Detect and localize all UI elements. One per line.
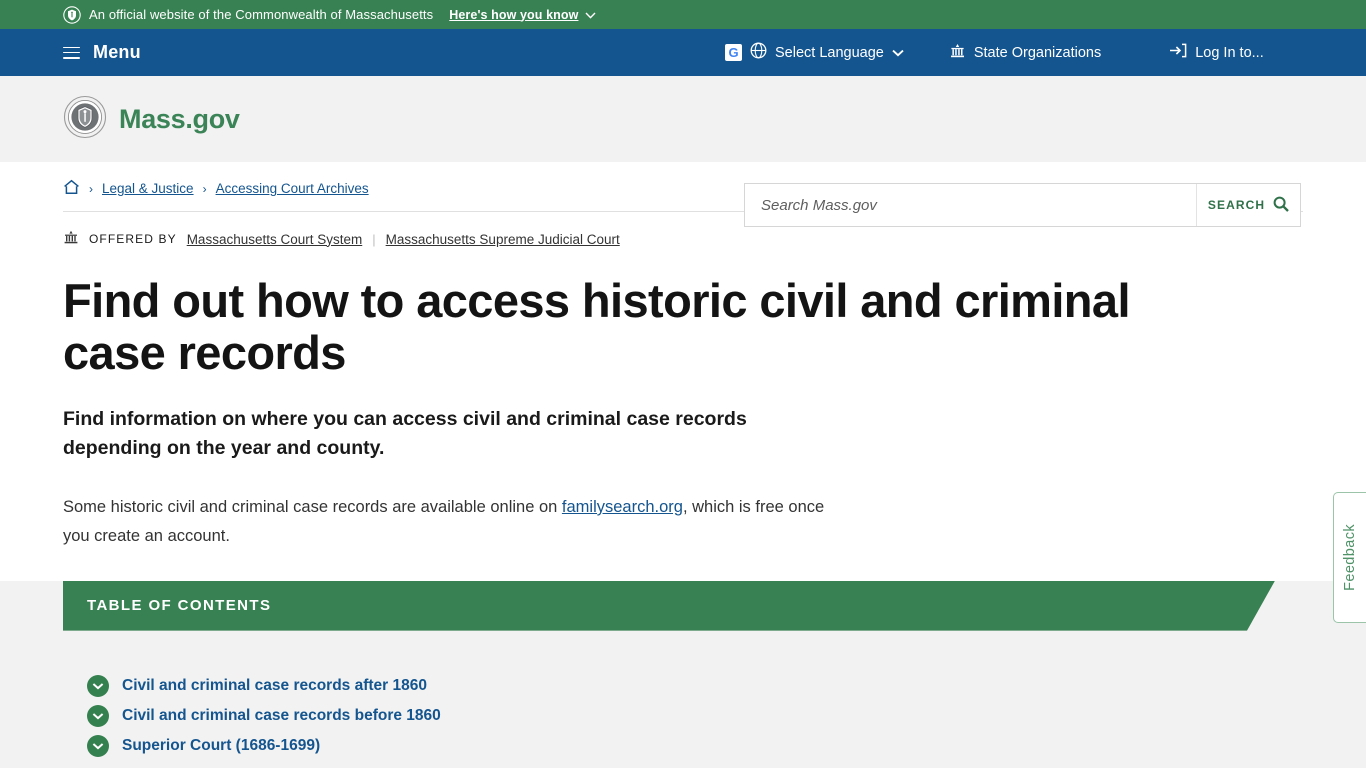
google-translate-icon: G xyxy=(725,44,742,61)
page-title: Find out how to access historic civil an… xyxy=(63,274,1131,379)
breadcrumb-separator: › xyxy=(202,181,207,196)
feedback-tab-label: Feedback xyxy=(1342,524,1358,591)
log-in-to-button[interactable]: Log In to... xyxy=(1169,42,1264,63)
table-of-contents-list: Civil and criminal case records after 18… xyxy=(0,631,1366,757)
table-of-contents-banner-row: TABLE OF CONTENTS xyxy=(0,581,1366,631)
brand-name: Mass.gov xyxy=(119,103,240,134)
offered-by: OFFERED BY Massachusetts Court System | … xyxy=(0,230,1366,248)
hamburger-icon xyxy=(63,46,80,59)
mass-seal-icon xyxy=(63,95,107,144)
chevron-down-icon xyxy=(892,45,904,61)
state-organizations-label: State Organizations xyxy=(973,44,1102,61)
search-button-label: SEARCH xyxy=(1207,198,1266,212)
page-body: › Legal & Justice › Accessing Court Arch… xyxy=(0,162,1366,768)
table-of-contents-title: TABLE OF CONTENTS xyxy=(87,597,272,615)
toc-item-superior-court[interactable]: Superior Court (1686-1699) xyxy=(87,734,1366,757)
search-input[interactable] xyxy=(745,184,1196,226)
offered-by-org-supreme-judicial-court[interactable]: Massachusetts Supreme Judicial Court xyxy=(386,232,620,247)
capitol-icon xyxy=(949,43,966,63)
breadcrumb-item-legal-justice[interactable]: Legal & Justice xyxy=(102,181,194,196)
chevron-down-circle-icon xyxy=(87,674,109,697)
table-of-contents-section: TABLE OF CONTENTS Civil and criminal cas… xyxy=(0,580,1366,768)
feedback-tab[interactable]: Feedback xyxy=(1333,492,1366,623)
heres-how-you-know-label: Here's how you know xyxy=(449,7,579,22)
search-button[interactable]: SEARCH xyxy=(1196,184,1300,226)
site-search: SEARCH xyxy=(744,183,1301,227)
official-site-banner: An official website of the Commonwealth … xyxy=(0,0,1366,29)
offered-by-label: OFFERED BY xyxy=(89,232,177,246)
login-icon xyxy=(1169,42,1187,63)
intro-paragraph: Some historic civil and criminal case re… xyxy=(0,493,830,551)
shield-icon xyxy=(63,5,81,24)
menu-button-label: Menu xyxy=(93,42,141,62)
toc-link-superior-court[interactable]: Superior Court (1686-1699) xyxy=(122,737,320,755)
capitol-icon xyxy=(63,230,79,248)
toc-item-after-1860[interactable]: Civil and criminal case records after 18… xyxy=(87,674,1366,697)
chevron-down-circle-icon xyxy=(87,704,109,727)
home-icon[interactable] xyxy=(63,179,80,198)
page-lede: Find information on where you can access… xyxy=(63,408,747,459)
official-site-text: An official website of the Commonwealth … xyxy=(89,7,434,22)
heres-how-you-know-toggle[interactable]: Here's how you know xyxy=(449,8,596,22)
toc-link-after-1860[interactable]: Civil and criminal case records after 18… xyxy=(122,677,427,695)
state-organizations-link[interactable]: State Organizations xyxy=(949,43,1101,63)
toc-item-before-1860[interactable]: Civil and criminal case records before 1… xyxy=(87,704,1366,727)
table-of-contents-banner: TABLE OF CONTENTS xyxy=(63,581,1275,631)
intro-text-before-link: Some historic civil and criminal case re… xyxy=(63,497,562,516)
select-language-label: Select Language xyxy=(775,44,884,61)
utility-navigation: Menu G Select Language State Organizatio… xyxy=(0,29,1366,76)
select-language-button[interactable]: G Select Language xyxy=(725,42,904,63)
offered-by-org-court-system[interactable]: Massachusetts Court System xyxy=(187,232,363,247)
mass-gov-logo-link[interactable]: Mass.gov xyxy=(63,95,240,144)
toc-link-before-1860[interactable]: Civil and criminal case records before 1… xyxy=(122,707,441,725)
globe-icon xyxy=(750,42,767,63)
menu-button[interactable]: Menu xyxy=(63,42,141,63)
log-in-to-label: Log In to... xyxy=(1195,44,1264,61)
site-header: Mass.gov SEARCH xyxy=(0,76,1366,227)
chevron-down-icon xyxy=(585,8,596,22)
familysearch-link[interactable]: familysearch.org xyxy=(562,498,683,516)
chevron-down-circle-icon xyxy=(87,734,109,757)
breadcrumb-item-accessing-court-archives[interactable]: Accessing Court Archives xyxy=(216,181,369,196)
utility-nav-right: G Select Language State Organizations Lo… xyxy=(725,29,1264,76)
breadcrumb-separator: › xyxy=(89,181,93,196)
search-icon xyxy=(1273,196,1289,215)
offered-by-divider: | xyxy=(372,231,376,247)
